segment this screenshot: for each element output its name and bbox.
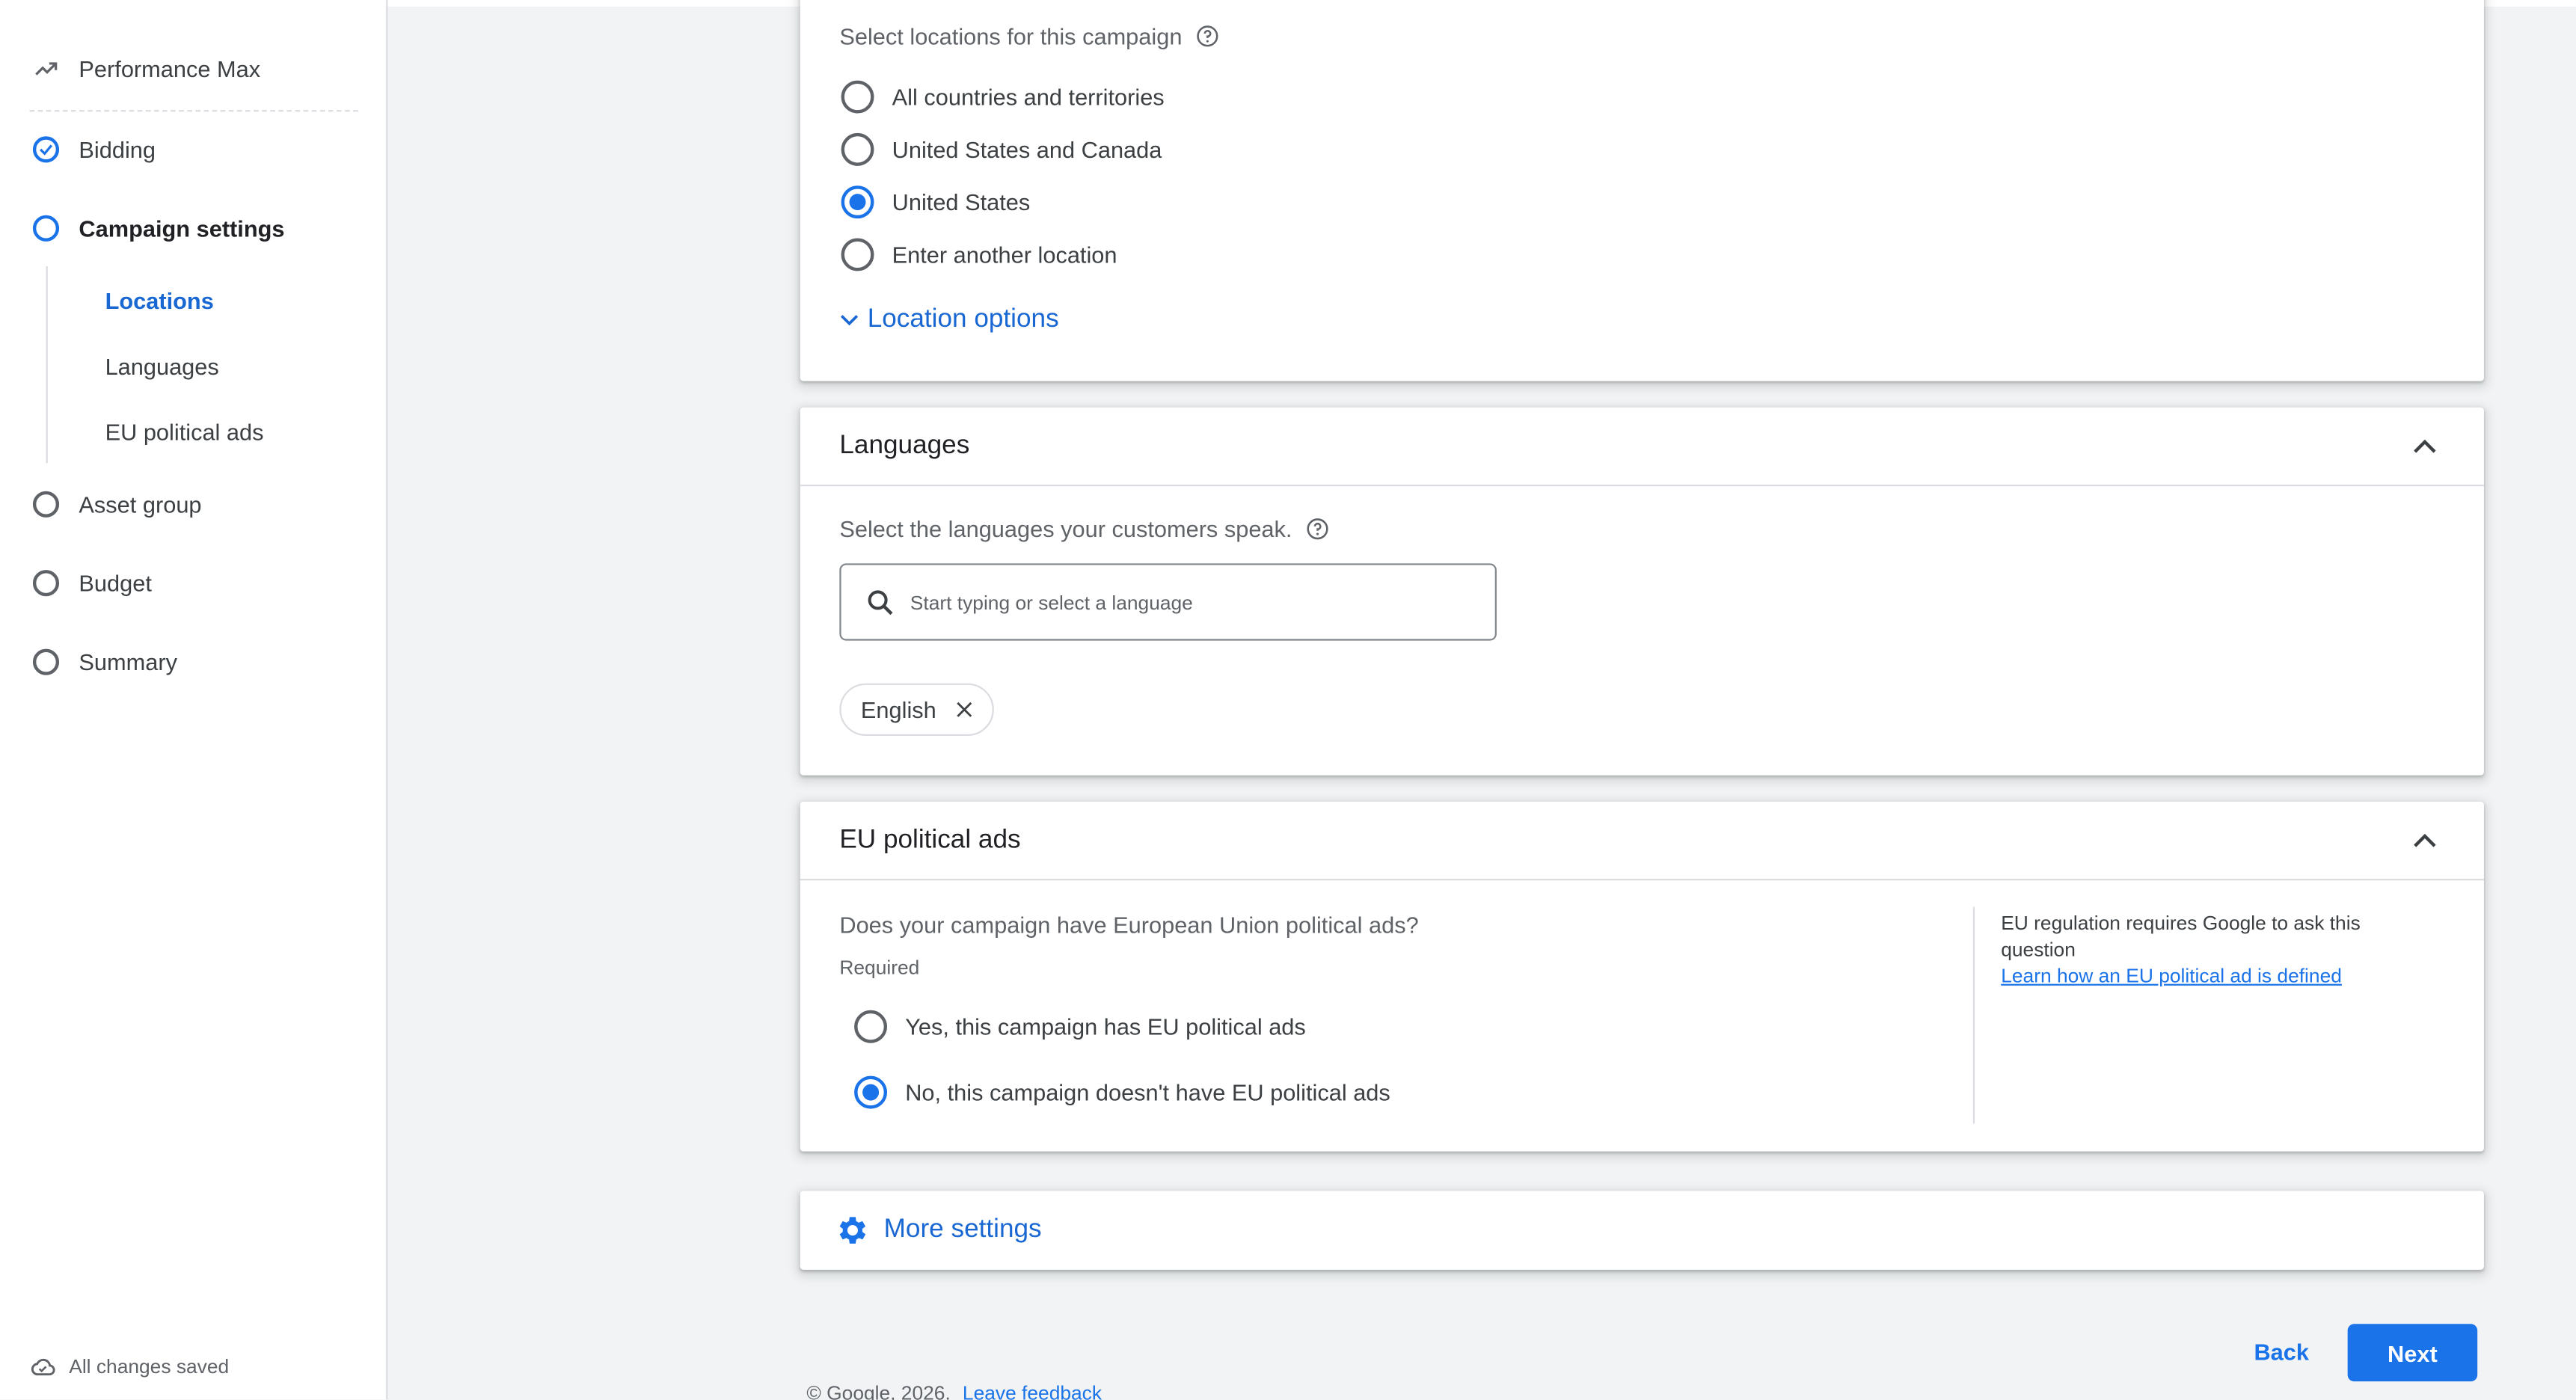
sidebar-substep-locations[interactable]: Locations [105, 287, 214, 313]
sidebar-step-summary[interactable]: Summary [30, 645, 177, 678]
languages-prompt: Select the languages your customers spea… [839, 515, 1292, 542]
radio-label: Yes, this campaign has EU political ads [905, 1013, 1306, 1040]
radio-button[interactable] [841, 80, 874, 114]
save-status-text: All changes saved [69, 1355, 230, 1378]
radio-label: All countries and territories [892, 84, 1165, 111]
radio-label: United States and Canada [892, 136, 1162, 163]
eu-note-text: EU regulation requires Google to ask thi… [2001, 912, 2361, 961]
more-settings-card[interactable]: More settings [800, 1191, 2484, 1270]
step-circle-icon [30, 488, 63, 521]
locations-prompt: Select locations for this campaign [839, 22, 1183, 49]
sidebar-step-asset-group[interactable]: Asset group [30, 488, 202, 521]
help-icon[interactable] [1195, 25, 1218, 48]
trending-icon [30, 52, 63, 85]
sidebar: Performance Max Bidding Campaign setting… [0, 0, 388, 1400]
radio-label: No, this campaign doesn't have EU politi… [905, 1079, 1390, 1106]
cloud-done-icon [30, 1354, 56, 1380]
required-label: Required [839, 956, 920, 980]
eu-question: Does your campaign have European Union p… [839, 912, 1419, 939]
substep-rail [46, 265, 48, 464]
chip-label: English [860, 696, 936, 723]
eu-side-note: EU regulation requires Google to ask thi… [2001, 910, 2411, 989]
sidebar-step-label: Asset group [79, 491, 202, 518]
language-search-field[interactable] [839, 563, 1497, 641]
language-search-input[interactable] [910, 590, 1436, 614]
gear-icon [835, 1212, 871, 1248]
eu-option-no[interactable]: No, this campaign doesn't have EU politi… [854, 1075, 1390, 1109]
current-step-icon [30, 212, 63, 245]
sidebar-substep-languages[interactable]: Languages [105, 353, 219, 379]
language-chip-english[interactable]: English [839, 683, 994, 736]
sidebar-step-label: Bidding [79, 136, 156, 163]
radio-button-selected[interactable] [841, 185, 874, 219]
sidebar-campaign-type[interactable]: Performance Max [30, 52, 261, 85]
footer: © Google, 2026. Leave feedback [806, 1381, 1102, 1400]
copyright-text: © Google, 2026. [806, 1381, 951, 1400]
languages-header[interactable]: Languages [800, 408, 2484, 487]
languages-title: Languages [839, 431, 970, 459]
back-button[interactable]: Back [2254, 1339, 2309, 1365]
radio-label: United States [892, 188, 1031, 215]
save-status: All changes saved [30, 1354, 230, 1380]
eu-political-header[interactable]: EU political ads [800, 802, 2484, 881]
step-circle-icon [30, 567, 63, 600]
chevron-up-icon[interactable] [2405, 426, 2445, 466]
stage: Performance Max Bidding Campaign setting… [0, 0, 2576, 1400]
eu-side-divider [1972, 906, 1975, 1124]
languages-prompt-row: Select the languages your customers spea… [839, 516, 1328, 542]
location-option-other[interactable]: Enter another location [841, 238, 1117, 271]
next-button[interactable]: Next [2347, 1324, 2478, 1382]
sidebar-step-budget[interactable]: Budget [30, 567, 152, 600]
sidebar-step-campaign-settings[interactable]: Campaign settings [30, 212, 285, 245]
sidebar-substep-eu-political-ads[interactable]: EU political ads [105, 419, 264, 445]
sidebar-divider [29, 110, 358, 112]
location-option-us[interactable]: United States [841, 185, 1031, 219]
radio-button[interactable] [841, 132, 874, 166]
sidebar-title: Performance Max [79, 55, 261, 82]
sidebar-step-bidding[interactable]: Bidding [30, 133, 156, 166]
radio-button-selected[interactable] [854, 1075, 888, 1109]
radio-label: Enter another location [892, 241, 1117, 268]
location-options-toggle[interactable]: Location options [836, 306, 1059, 336]
eu-definition-link[interactable]: Learn how an EU political ad is defined [2001, 964, 2342, 987]
radio-button[interactable] [841, 238, 874, 271]
eu-option-yes[interactable]: Yes, this campaign has EU political ads [854, 1010, 1306, 1043]
step-circle-icon [30, 645, 63, 678]
eu-political-title: EU political ads [839, 825, 1021, 854]
chevron-down-icon [836, 307, 862, 334]
location-option-all[interactable]: All countries and territories [841, 80, 1165, 114]
more-settings-label: More settings [883, 1215, 1042, 1244]
leave-feedback-link[interactable]: Leave feedback [963, 1381, 1102, 1400]
search-icon [864, 586, 897, 618]
chevron-up-icon[interactable] [2405, 820, 2445, 860]
location-options-label: Location options [867, 305, 1059, 334]
location-option-us-canada[interactable]: United States and Canada [841, 132, 1162, 166]
sidebar-step-label: Summary [79, 648, 178, 675]
radio-button[interactable] [854, 1010, 888, 1043]
help-icon[interactable] [1305, 518, 1328, 541]
locations-card: Select locations for this campaign All c… [800, 0, 2484, 381]
locations-prompt-row: Select locations for this campaign [839, 23, 1218, 49]
sidebar-step-label: Campaign settings [79, 215, 285, 242]
check-circle-icon [30, 133, 63, 166]
close-icon[interactable] [953, 698, 976, 721]
sidebar-step-label: Budget [79, 570, 152, 597]
languages-card: Languages Select the languages your cust… [800, 407, 2484, 776]
eu-political-card: EU political ads Does your campaign have… [800, 801, 2484, 1152]
